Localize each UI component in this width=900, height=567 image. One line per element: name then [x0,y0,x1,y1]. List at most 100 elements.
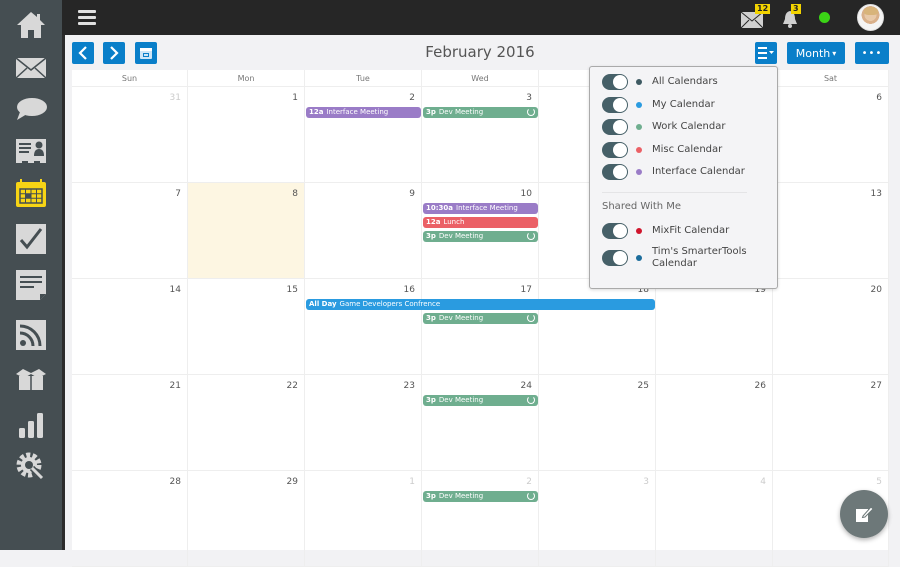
toggle-switch[interactable] [602,141,628,158]
calendar-event[interactable]: 3p Dev Meeting [423,313,538,324]
toggle-switch[interactable] [602,74,628,90]
calendar-toggle-row[interactable]: Tim's SmarterTools Calendar [602,245,752,271]
day-number[interactable]: 10 [521,189,532,199]
calendar-toggle-row[interactable]: MixFit Calendar [602,222,729,240]
next-month-button[interactable] [103,42,125,64]
calendar-event[interactable]: 12a Lunch [423,217,538,228]
day-cell[interactable]: 16 [305,279,422,375]
sidebar-item-mail[interactable] [0,46,62,88]
sidebar-item-file-storage[interactable] [0,358,62,400]
day-cell[interactable]: 22 [188,375,305,471]
day-cell[interactable]: 4 [656,471,773,567]
calendar-event[interactable]: All Day Game Developers Confrence [306,299,655,310]
sidebar-item-home[interactable] [0,4,62,46]
day-number[interactable]: 21 [170,381,181,391]
day-number[interactable]: 7 [175,189,181,199]
day-number[interactable]: 16 [404,285,415,295]
day-cell-today[interactable]: 8 [188,183,305,279]
calendar-event[interactable]: 10:30a Interface Meeting [423,203,538,214]
today-button[interactable] [135,42,157,64]
calendar-event[interactable]: 3p Dev Meeting [423,395,538,406]
sidebar-item-calendar[interactable] [0,172,62,214]
toggle-switch[interactable] [602,164,628,180]
sidebar-item-reports[interactable] [0,404,62,446]
day-cell[interactable]: 3 [422,87,539,183]
day-number[interactable]: 2 [409,93,415,103]
day-number[interactable]: 17 [521,285,532,295]
view-selector-dropdown[interactable]: Month ▾ [787,42,845,64]
day-cell[interactable]: 15 [188,279,305,375]
day-number[interactable]: 23 [404,381,415,391]
day-number[interactable]: 6 [876,93,882,103]
notifications-button[interactable]: 3 [782,4,806,30]
day-number[interactable]: 9 [409,189,415,199]
toggle-switch[interactable] [602,250,628,266]
day-number[interactable]: 31 [170,93,181,103]
sidebar-item-feeds[interactable] [0,314,62,356]
day-cell[interactable]: 1 [188,87,305,183]
calendar-list-toggle-button[interactable] [755,42,777,64]
day-cell[interactable]: 24 [422,375,539,471]
day-number[interactable]: 27 [871,381,882,391]
new-item-button[interactable] [840,490,888,538]
online-status-indicator[interactable] [819,12,830,23]
day-number[interactable]: 1 [409,477,415,487]
calendar-toggle-row[interactable]: Work Calendar [602,118,725,136]
sidebar-item-settings[interactable] [0,446,62,488]
day-number[interactable]: 29 [287,477,298,487]
sidebar-item-tasks[interactable] [0,218,62,260]
toggle-switch[interactable] [602,119,628,135]
calendar-toggle-row[interactable]: All Calendars [602,73,718,91]
more-options-button[interactable]: ••• [855,42,889,64]
day-number[interactable]: 20 [871,285,882,295]
day-cell[interactable]: 21 [72,375,188,471]
user-avatar[interactable] [857,4,884,31]
day-number[interactable]: 2 [526,477,532,487]
sidebar-item-contacts[interactable] [0,130,62,172]
calendar-event[interactable]: 3p Dev Meeting [423,107,538,118]
day-number[interactable]: 28 [170,477,181,487]
day-cell[interactable]: 27 [773,375,889,471]
day-number[interactable]: 3 [643,477,649,487]
day-number[interactable]: 25 [638,381,649,391]
calendar-toggle-row[interactable]: My Calendar [602,96,715,114]
day-cell[interactable]: 1 [305,471,422,567]
day-cell[interactable]: 31 [72,87,188,183]
sidebar-item-notes[interactable] [0,264,62,306]
day-cell[interactable]: 29 [188,471,305,567]
day-number[interactable]: 3 [526,93,532,103]
day-number[interactable]: 26 [755,381,766,391]
calendar-event[interactable]: 12a Interface Meeting [306,107,421,118]
day-cell[interactable]: 7 [72,183,188,279]
day-number[interactable]: 8 [292,189,298,199]
mail-button[interactable]: 12 [741,4,771,30]
calendar-toggle-row[interactable]: Misc Calendar [602,141,722,159]
day-number[interactable]: 5 [876,477,882,487]
day-cell[interactable]: 28 [72,471,188,567]
day-cell[interactable]: 13 [773,183,889,279]
day-cell[interactable]: 19 [656,279,773,375]
day-number[interactable]: 1 [292,93,298,103]
day-number[interactable]: 13 [871,189,882,199]
toggle-switch[interactable] [602,223,628,239]
sidebar-item-chat[interactable] [0,88,62,130]
day-number[interactable]: 15 [287,285,298,295]
calendar-event[interactable]: 3p Dev Meeting [423,491,538,502]
day-cell[interactable]: 2 [422,471,539,567]
day-cell[interactable]: 18 [539,279,656,375]
day-cell[interactable]: 20 [773,279,889,375]
menu-toggle-button[interactable] [78,10,96,25]
day-cell[interactable]: 25 [539,375,656,471]
day-number[interactable]: 22 [287,381,298,391]
day-cell[interactable]: 17 [422,279,539,375]
day-number[interactable]: 24 [521,381,532,391]
day-cell[interactable]: 9 [305,183,422,279]
calendar-toggle-row[interactable]: Interface Calendar [602,163,745,181]
calendar-event[interactable]: 3p Dev Meeting [423,231,538,242]
toggle-switch[interactable] [602,96,628,113]
previous-month-button[interactable] [72,42,94,64]
day-cell[interactable]: 26 [656,375,773,471]
day-number[interactable]: 14 [170,285,181,295]
day-number[interactable]: 4 [760,477,766,487]
day-cell[interactable]: 3 [539,471,656,567]
